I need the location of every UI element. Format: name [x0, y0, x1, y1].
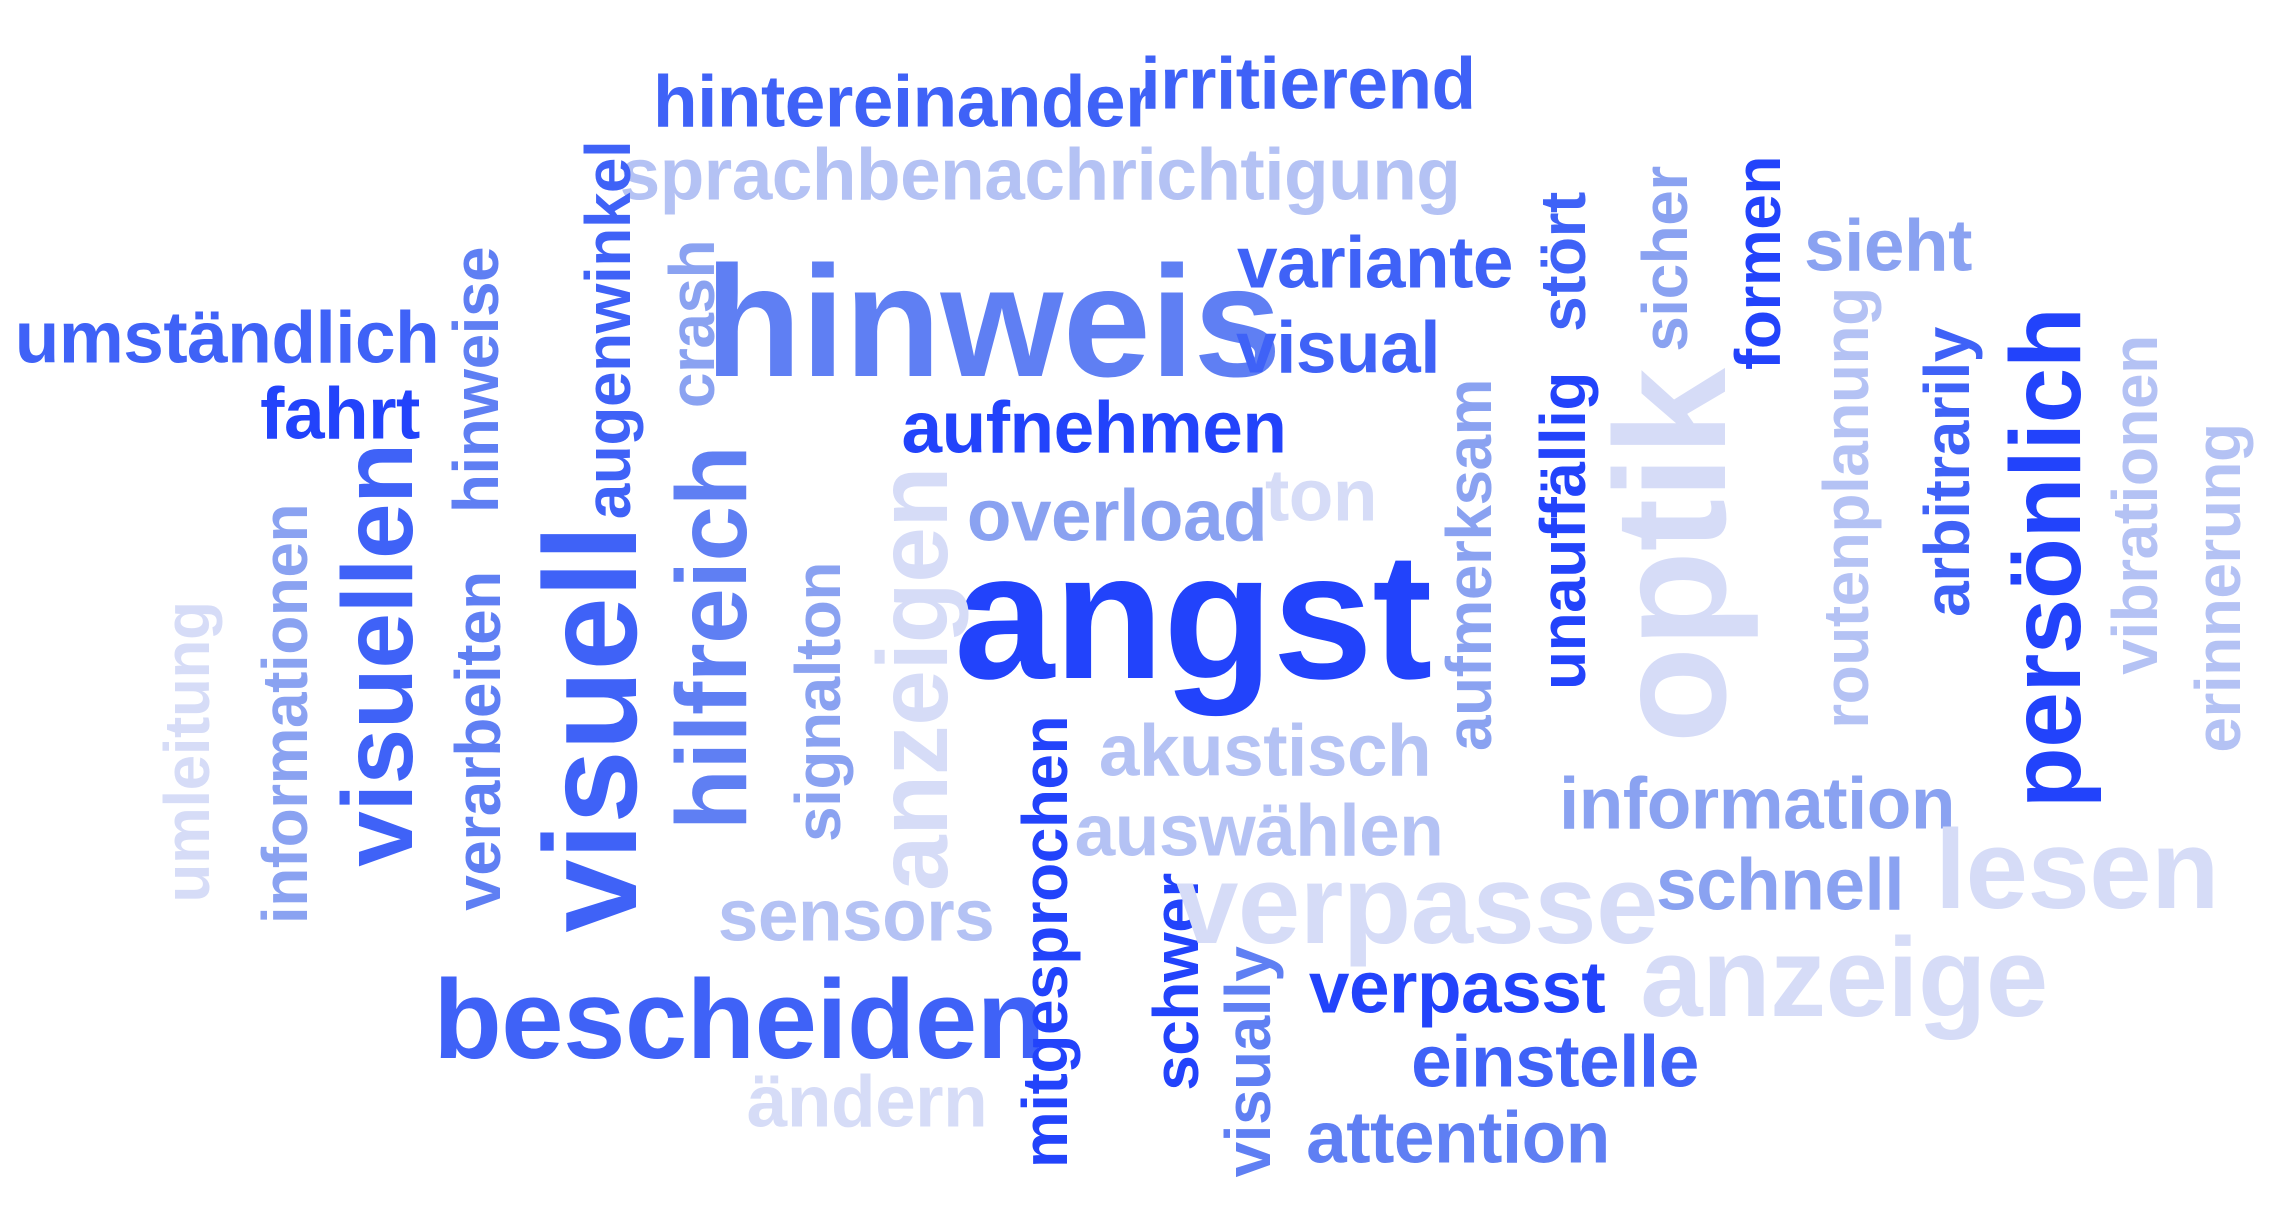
word-formen: formen	[1722, 156, 1794, 370]
word-aendern: ändern	[746, 1061, 988, 1143]
word-aufnehmen: aufnehmen	[901, 387, 1287, 469]
word-optik: optik	[1583, 368, 1759, 744]
word-hintereinander: hintereinander	[652, 61, 1154, 143]
word-crash: crash	[656, 239, 728, 409]
word-akustisch: akustisch	[1098, 710, 1432, 792]
word-verarbeiten: verarbeiten	[442, 571, 514, 911]
word-sicher: sicher	[1629, 166, 1701, 352]
word-anzeige: anzeige	[1640, 915, 2048, 1040]
word-signalton: signalton	[782, 562, 854, 842]
word-informationen: informationen	[249, 503, 321, 925]
word-umleitung: umleitung	[151, 601, 223, 903]
word-hinweise: hinweise	[440, 246, 512, 514]
word-bescheiden: bescheiden	[433, 957, 1045, 1082]
word-vibrationen: vibrationen	[2099, 335, 2171, 675]
word-verpasst: verpasst	[1308, 947, 1606, 1029]
word-persoenlich: persönlich	[1990, 307, 2102, 809]
word-schnell: schnell	[1655, 844, 1905, 926]
word-information: information	[1559, 763, 1955, 845]
word-mitgesprochen: mitgesprochen	[1009, 715, 1081, 1169]
word-hinweis: hinweis	[705, 234, 1281, 410]
word-augenwinkel: augenwinkel	[572, 140, 644, 520]
word-umstaendlich: umständlich	[14, 297, 440, 379]
word-anzeigen: anzeigen	[857, 467, 969, 891]
word-visually: visually	[1212, 946, 1284, 1178]
word-fahrt: fahrt	[260, 373, 420, 455]
word-sprachbenachrichtigung: sprachbenachrichtigung	[619, 134, 1461, 216]
word-arbitrarily: arbitrarily	[1911, 327, 1983, 617]
word-stoert: stört	[1527, 192, 1599, 332]
word-lesen: lesen	[1935, 807, 2219, 932]
word-aufmerksam: aufmerksam	[1433, 378, 1505, 752]
word-visual: visual	[1236, 307, 1440, 389]
word-attention: attention	[1306, 1097, 1610, 1179]
word-irritierend: irritierend	[1140, 43, 1476, 125]
word-angst: angst	[954, 516, 1432, 717]
word-sieht: sieht	[1804, 205, 1972, 287]
word-routenplanung: routenplanung	[1810, 287, 1882, 729]
word-verpasse: verpasse	[1176, 842, 1658, 967]
word-sensors: sensors	[717, 875, 995, 957]
word-variante: variante	[1237, 222, 1514, 304]
word-hilfreich: hilfreich	[656, 445, 768, 831]
word-erinnerung: erinnerung	[2182, 423, 2254, 753]
word-visuellen: visuellen	[322, 443, 434, 867]
word-visuell: visuell	[517, 525, 664, 933]
word-cloud: hintereinander irritierend sprachbenachr…	[0, 0, 2280, 1230]
